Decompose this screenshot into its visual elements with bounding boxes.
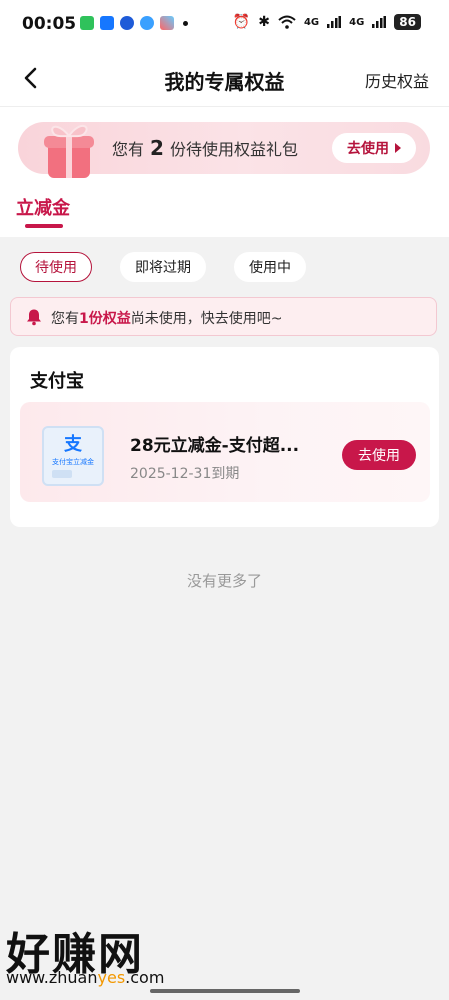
- notice-suffix: 尚未使用，快去使用吧~: [130, 311, 283, 327]
- nav-bar: 我的专属权益 历史权益: [0, 52, 449, 107]
- more-notifications-icon: [183, 20, 188, 26]
- watermark-url-highlight: yes: [97, 968, 126, 987]
- battery-level: 86: [394, 14, 421, 30]
- banner-use-label: 去使用: [347, 141, 389, 157]
- banner-text: 您有 2 份待使用权益礼包: [112, 136, 298, 160]
- arrow-right-icon: [395, 143, 401, 153]
- browser-icon: [120, 16, 134, 30]
- status-time: 00:05: [22, 14, 77, 34]
- filter-in-use[interactable]: 使用中: [234, 252, 306, 282]
- tab-instant-discount[interactable]: 立减金: [16, 194, 70, 220]
- history-benefits-link[interactable]: 历史权益: [365, 68, 429, 92]
- home-indicator[interactable]: [150, 989, 300, 993]
- watermark-url-suffix: .com: [125, 968, 165, 987]
- banner-area: 您有 2 份待使用权益礼包 去使用 立减金: [0, 107, 449, 237]
- signal-2-icon: 4G: [349, 16, 365, 28]
- gallery-icon: [160, 16, 174, 30]
- status-filters: 待使用 即将过期 使用中: [20, 252, 306, 282]
- banner-text-prefix: 您有: [112, 140, 145, 159]
- filter-expiring-soon[interactable]: 即将过期: [120, 252, 206, 282]
- alipay-logo-icon: 支 支付宝立减金: [52, 433, 94, 478]
- gift-package-banner[interactable]: 您有 2 份待使用权益礼包 去使用: [18, 122, 430, 178]
- status-app-icons: [80, 16, 188, 30]
- card-title: 支付宝: [30, 371, 84, 392]
- alarm-icon: ⏰: [232, 14, 251, 30]
- alipay-icon: [100, 16, 114, 30]
- gift-box-icon: [44, 125, 94, 178]
- watermark-url-prefix: www.zhuan: [6, 968, 98, 987]
- tab-underline: [25, 224, 63, 228]
- filter-pending[interactable]: 待使用: [20, 252, 92, 282]
- coupon-thumb-caption: 支付宝立减金: [52, 457, 94, 466]
- wechat-icon: [80, 16, 94, 30]
- banner-text-suffix: 份待使用权益礼包: [169, 140, 298, 159]
- alipay-coupon-thumbnail: 支 支付宝立减金: [42, 426, 104, 486]
- cellular-1-icon: [327, 16, 342, 28]
- notice-prefix: 您有: [51, 311, 79, 327]
- notice-text: 您有1份权益尚未使用，快去使用吧~: [51, 308, 282, 328]
- bluetooth-icon: ✱: [258, 14, 270, 30]
- svg-text:支: 支: [63, 433, 83, 455]
- status-right: ⏰ ✱ 4G 4G 86: [233, 14, 421, 30]
- no-more-text: 没有更多了: [186, 572, 262, 590]
- coupon-item[interactable]: 支 支付宝立减金 28元立减金-支付超... 2025-12-31到期 去使用: [20, 402, 430, 502]
- banner-use-button[interactable]: 去使用: [332, 133, 416, 163]
- banner-count: 2: [150, 136, 164, 160]
- unused-benefit-notice: 您有1份权益尚未使用，快去使用吧~: [10, 297, 437, 336]
- coupon-name: 28元立减金-支付超...: [130, 436, 300, 456]
- coupon-expiry: 2025-12-31到期: [130, 466, 240, 482]
- status-bar: 00:05 ⏰ ✱ 4G 4G 86: [0, 0, 449, 52]
- alipay-benefit-card: 支付宝 支 支付宝立减金 28元立减金-支付超... 2025-12-31到期 …: [10, 347, 439, 527]
- coupon-use-button[interactable]: 去使用: [342, 440, 416, 470]
- wifi-icon: [278, 15, 296, 29]
- watermark-url: www.zhuanyes.com: [6, 968, 164, 987]
- notice-highlight: 1份权益: [79, 311, 131, 327]
- app-icon: [140, 16, 154, 30]
- signal-1-icon: 4G: [303, 16, 320, 28]
- cellular-2-icon: [372, 16, 387, 28]
- bell-icon: [27, 309, 41, 326]
